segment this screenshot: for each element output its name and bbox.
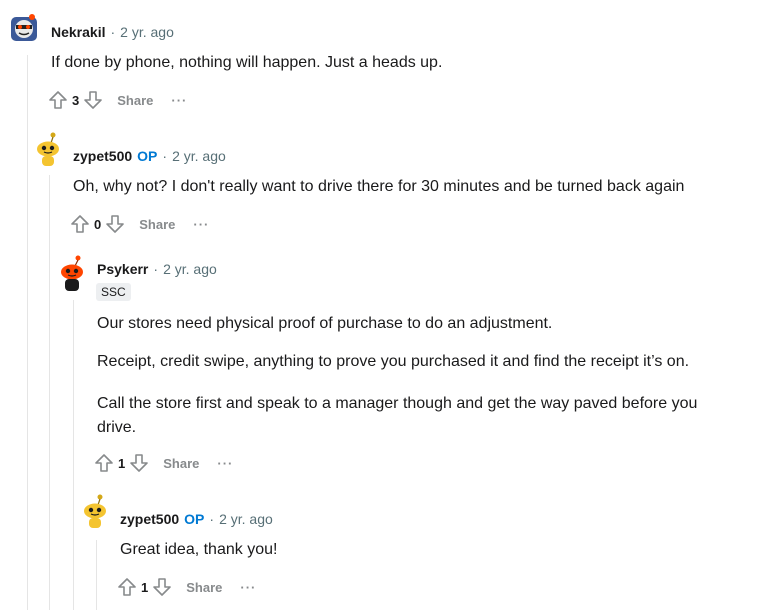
more-options-icon[interactable]: ··· xyxy=(217,456,233,471)
comment-body: Great idea, thank you! xyxy=(120,541,278,558)
more-options-icon[interactable]: ··· xyxy=(171,93,187,108)
share-button[interactable]: Share xyxy=(186,580,222,595)
timestamp[interactable]: 2 yr. ago xyxy=(120,24,174,40)
user-flair: SSC xyxy=(96,283,131,301)
upvote-icon[interactable] xyxy=(117,577,137,597)
comment-meta: Psykerr · 2 yr. ago xyxy=(97,261,217,277)
avatar[interactable] xyxy=(79,494,111,528)
comment-actions: 1 Share ··· xyxy=(94,451,233,475)
downvote-icon[interactable] xyxy=(129,453,149,473)
downvote-icon[interactable] xyxy=(83,90,103,110)
upvote-icon[interactable] xyxy=(94,453,114,473)
comment-body: If done by phone, nothing will happen. J… xyxy=(51,54,443,71)
op-badge: OP xyxy=(137,148,158,164)
upvote-icon[interactable] xyxy=(48,90,68,110)
author-name[interactable]: Psykerr xyxy=(97,261,148,277)
thread-line[interactable] xyxy=(27,55,28,610)
vote-score: 0 xyxy=(94,216,102,232)
comment-actions: 0 Share ··· xyxy=(70,212,209,236)
vote-score: 1 xyxy=(141,579,149,595)
op-badge: OP xyxy=(184,511,205,527)
author-name[interactable]: zypet500 xyxy=(73,148,132,164)
thread-line[interactable] xyxy=(73,300,74,610)
share-button[interactable]: Share xyxy=(117,93,153,108)
comment-actions: 1 Share ··· xyxy=(117,575,256,599)
separator-dot: · xyxy=(110,24,116,40)
comment-meta: zypet500 OP · 2 yr. ago xyxy=(120,511,273,527)
downvote-icon[interactable] xyxy=(152,577,172,597)
more-options-icon[interactable]: ··· xyxy=(193,217,209,232)
avatar[interactable] xyxy=(56,254,88,291)
comment-body-paragraph: Receipt, credit swipe, anything to prove… xyxy=(97,353,690,370)
downvote-icon[interactable] xyxy=(105,214,125,234)
author-name[interactable]: zypet500 xyxy=(120,511,179,527)
vote-score: 3 xyxy=(72,92,80,108)
comment-meta: zypet500 OP · 2 yr. ago xyxy=(73,148,226,164)
thread-line[interactable] xyxy=(49,175,50,610)
comment-actions: 3 Share ··· xyxy=(48,88,187,112)
comment-body-paragraph: drive. xyxy=(97,419,137,436)
share-button[interactable]: Share xyxy=(163,456,199,471)
comment-body-paragraph: Call the store first and speak to a mana… xyxy=(97,395,698,412)
separator-dot: · xyxy=(153,261,159,277)
timestamp[interactable]: 2 yr. ago xyxy=(219,511,273,527)
avatar[interactable] xyxy=(32,132,64,166)
vote-score: 1 xyxy=(118,455,126,471)
comment-body: Oh, why not? I don't really want to driv… xyxy=(73,178,685,195)
timestamp[interactable]: 2 yr. ago xyxy=(172,148,226,164)
avatar[interactable] xyxy=(8,12,40,44)
share-button[interactable]: Share xyxy=(139,217,175,232)
separator-dot: · xyxy=(209,511,215,527)
comment-body-paragraph: Our stores need physical proof of purcha… xyxy=(97,315,553,332)
thread-line[interactable] xyxy=(96,540,97,610)
upvote-icon[interactable] xyxy=(70,214,90,234)
author-name[interactable]: Nekrakil xyxy=(51,24,105,40)
timestamp[interactable]: 2 yr. ago xyxy=(163,261,217,277)
comment-meta: Nekrakil · 2 yr. ago xyxy=(51,24,174,40)
separator-dot: · xyxy=(162,148,168,164)
more-options-icon[interactable]: ··· xyxy=(240,580,256,595)
